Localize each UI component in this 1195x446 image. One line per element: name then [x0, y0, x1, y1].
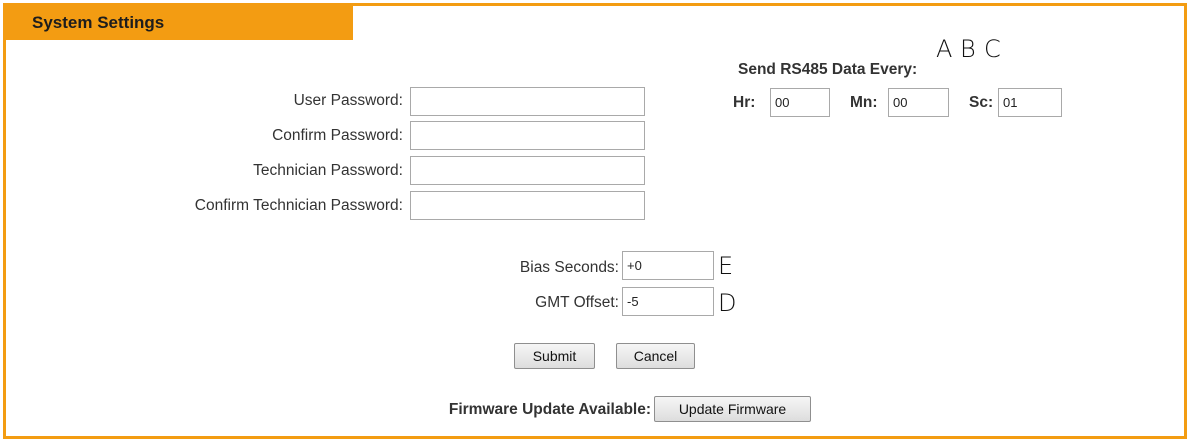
mn-input[interactable]	[888, 88, 949, 117]
confirm-technician-password-label: Confirm Technician Password:	[194, 197, 403, 214]
sc-label: Sc:	[969, 94, 994, 111]
user-password-label: User Password:	[293, 92, 403, 109]
page-title: System Settings	[32, 13, 165, 32]
submit-button[interactable]: Submit	[514, 343, 595, 369]
cancel-button[interactable]: Cancel	[616, 343, 695, 369]
confirm-technician-password-input[interactable]	[410, 191, 645, 220]
annotation-d: D	[718, 289, 737, 317]
gmt-offset-input[interactable]	[622, 287, 714, 316]
gmt-offset-label: GMT Offset:	[535, 294, 619, 311]
firmware-update-label: Firmware Update Available:	[448, 401, 651, 418]
user-password-input[interactable]	[410, 87, 645, 116]
update-firmware-button[interactable]: Update Firmware	[654, 396, 811, 422]
confirm-password-input[interactable]	[410, 121, 645, 150]
bias-seconds-label: Bias Seconds:	[519, 259, 619, 276]
confirm-password-label: Confirm Password:	[272, 127, 403, 144]
technician-password-input[interactable]	[410, 156, 645, 185]
sc-input[interactable]	[998, 88, 1062, 117]
annotation-b: B	[960, 35, 976, 63]
technician-password-label: Technician Password:	[253, 162, 403, 179]
rs485-heading: Send RS485 Data Every:	[738, 61, 918, 78]
annotation-a: A	[936, 35, 953, 63]
annotation-e: E	[718, 252, 734, 280]
annotation-c: C	[984, 35, 1001, 63]
mn-label: Mn:	[850, 94, 878, 111]
bias-seconds-input[interactable]	[622, 251, 714, 280]
settings-panel-border	[3, 3, 1187, 439]
hr-input[interactable]	[770, 88, 830, 117]
title-tab: System Settings	[3, 3, 353, 40]
hr-label: Hr:	[733, 94, 756, 111]
